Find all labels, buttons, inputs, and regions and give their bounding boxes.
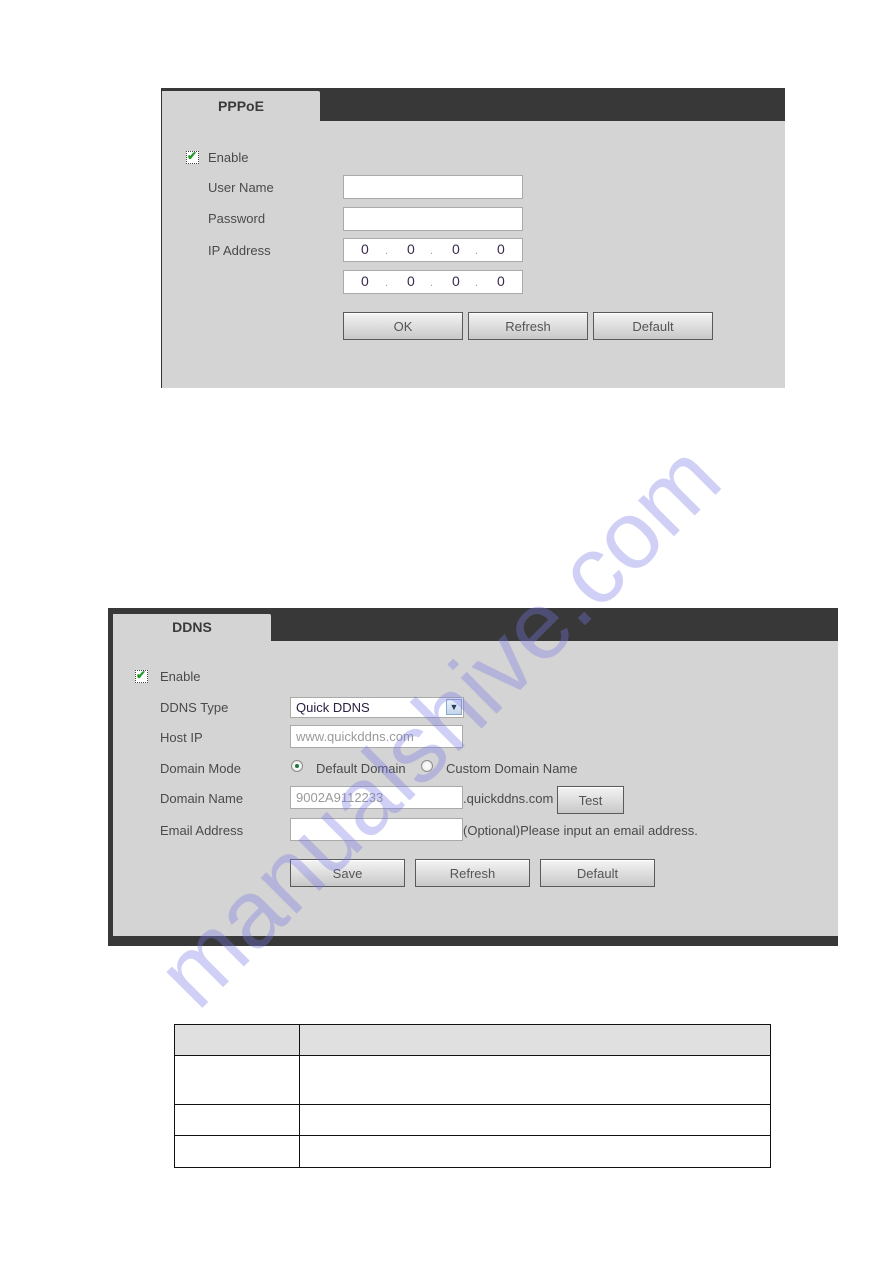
ip-separator: . [385, 245, 389, 257]
save-button[interactable]: Save [290, 859, 405, 887]
ddns-type-select[interactable]: Quick DDNS ▼ [290, 697, 464, 718]
ddns-enable-checkbox[interactable]: ✔ [135, 668, 148, 683]
ip-separator: . [475, 277, 479, 289]
ip-octet[interactable]: 0 [497, 273, 505, 289]
custom-domain-label[interactable]: Custom Domain Name [446, 761, 578, 776]
pppoe-enable-checkbox[interactable]: ✔ [186, 149, 199, 164]
host-ip-input[interactable] [290, 725, 463, 748]
ip-octet[interactable]: 0 [361, 273, 369, 289]
table-cell [174, 1135, 300, 1168]
ddns-panel: DDNS ✔ Enable DDNS Type Quick DDNS ▼ Hos… [108, 608, 838, 946]
chevron-down-icon[interactable]: ▼ [446, 699, 462, 715]
test-button[interactable]: Test [557, 786, 624, 814]
ip-octet[interactable]: 0 [361, 241, 369, 257]
pppoe-default-button[interactable]: Default [593, 312, 713, 340]
checkmark-icon: ✔ [187, 149, 198, 163]
user-name-input[interactable] [343, 175, 523, 199]
user-name-label: User Name [208, 180, 274, 195]
table-cell [174, 1055, 300, 1105]
ip-octet[interactable]: 0 [452, 241, 460, 257]
domain-name-input[interactable] [290, 786, 463, 809]
ip-octet[interactable]: 0 [407, 241, 415, 257]
ip-address-input[interactable]: 0 . 0 . 0 . 0 [343, 238, 523, 262]
table-cell [299, 1055, 771, 1105]
parameter-table [174, 1024, 771, 1168]
ddns-enable-label: Enable [160, 669, 201, 684]
domain-name-label: Domain Name [160, 791, 244, 806]
ip-separator: . [385, 277, 389, 289]
table-cell [299, 1104, 771, 1136]
email-address-label: Email Address [160, 823, 244, 838]
table-header-cell [174, 1024, 300, 1056]
pppoe-panel: PPPoE ✔ Enable User Name Password IP Add… [161, 88, 785, 388]
password-input[interactable] [343, 207, 523, 231]
ddns-type-label: DDNS Type [160, 700, 229, 715]
pppoe-enable-label: Enable [208, 150, 249, 165]
ip-octet[interactable]: 0 [452, 273, 460, 289]
ddns-default-button[interactable]: Default [540, 859, 655, 887]
ip-octet[interactable]: 0 [407, 273, 415, 289]
ip-separator: . [475, 245, 479, 257]
table-row [174, 1135, 771, 1168]
domain-mode-label: Domain Mode [160, 761, 241, 776]
checkmark-icon: ✔ [136, 668, 147, 682]
email-address-input[interactable] [290, 818, 463, 841]
ip-separator: . [430, 277, 434, 289]
ip-separator: . [430, 245, 434, 257]
password-label: Password [208, 211, 266, 226]
email-hint: (Optional)Please input an email address. [463, 823, 698, 838]
ip-address-label: IP Address [208, 243, 271, 258]
custom-domain-radio[interactable] [421, 760, 433, 772]
domain-suffix: .quickddns.com [463, 791, 554, 806]
pppoe-refresh-button[interactable]: Refresh [468, 312, 588, 340]
ip-address-input-2[interactable]: 0 . 0 . 0 . 0 [343, 270, 523, 294]
table-row [174, 1055, 771, 1105]
table-cell [299, 1135, 771, 1168]
tab-pppoe[interactable]: PPPoE [162, 91, 320, 121]
table-cell [174, 1104, 300, 1136]
table-header-row [174, 1024, 771, 1056]
default-domain-radio[interactable] [291, 760, 303, 772]
host-ip-label: Host IP [160, 730, 203, 745]
ddns-refresh-button[interactable]: Refresh [415, 859, 530, 887]
table-row [174, 1104, 771, 1136]
default-domain-label[interactable]: Default Domain [316, 761, 406, 776]
ok-button[interactable]: OK [343, 312, 463, 340]
table-header-cell [299, 1024, 771, 1056]
radio-selected-dot [295, 764, 299, 768]
tab-ddns[interactable]: DDNS [113, 614, 271, 641]
ddns-type-value: Quick DDNS [296, 700, 370, 715]
ip-octet[interactable]: 0 [497, 241, 505, 257]
